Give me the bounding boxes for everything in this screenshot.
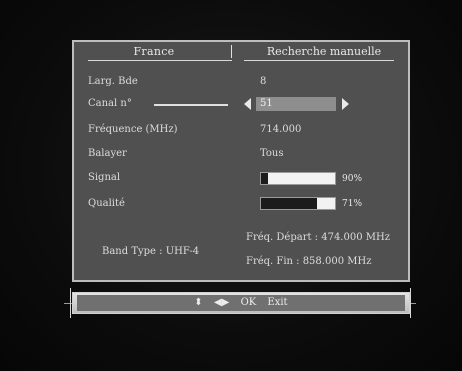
left-right-arrow-icon: ◀▶	[213, 297, 230, 308]
band-type-text: Band Type : UHF-4	[102, 246, 200, 257]
quality-percent: 71%	[342, 199, 363, 209]
up-down-arrow-icon: ⬍	[194, 297, 203, 308]
signal-bar-fill	[268, 173, 335, 184]
quality-label: Qualité	[88, 198, 125, 209]
channel-selector[interactable]: 51	[256, 97, 336, 111]
exit-hint[interactable]: Exit	[267, 297, 287, 308]
frequency-label: Fréquence (MHz)	[88, 124, 178, 135]
signal-label: Signal	[88, 172, 121, 183]
footer-tick-left	[70, 288, 71, 318]
channel-prev-arrow-icon[interactable]	[244, 98, 251, 110]
frequency-value[interactable]: 714.000	[260, 124, 301, 135]
footer-tick-right	[410, 288, 411, 318]
channel-selection-indicator	[154, 104, 228, 106]
manual-search-panel: France Recherche manuelle Larg. Bde 8 Ca…	[72, 40, 410, 282]
header-separator	[231, 45, 232, 58]
help-bar-content: ⬍ ◀▶ OK Exit	[77, 297, 405, 308]
scan-label: Balayer	[88, 148, 127, 159]
freq-end-text: Fréq. Fin : 858.000 MHz	[246, 256, 372, 267]
quality-bar-fill	[316, 198, 335, 209]
help-bar: ⬍ ◀▶ OK Exit	[72, 292, 410, 314]
help-bar-inner: ⬍ ◀▶ OK Exit	[77, 295, 405, 311]
channel-value: 51	[260, 98, 273, 109]
tv-screen: France Recherche manuelle Larg. Bde 8 Ca…	[0, 0, 462, 371]
page-title: Recherche manuelle	[266, 45, 382, 58]
scan-value[interactable]: Tous	[260, 148, 284, 159]
freq-start-text: Fréq. Départ : 474.000 MHz	[246, 232, 390, 243]
channel-label: Canal n°	[88, 98, 132, 109]
bandwidth-value[interactable]: 8	[260, 76, 266, 87]
channel-next-arrow-icon[interactable]	[342, 98, 349, 110]
ok-hint[interactable]: OK	[241, 297, 257, 308]
header-underline-right	[244, 60, 394, 61]
bandwidth-label: Larg. Bde	[88, 76, 138, 87]
country-label: France	[133, 45, 175, 58]
signal-bar	[260, 172, 336, 185]
header-underline-left	[88, 60, 232, 61]
signal-percent: 90%	[342, 174, 363, 184]
quality-bar	[260, 197, 336, 210]
panel-header: France Recherche manuelle	[74, 42, 408, 64]
